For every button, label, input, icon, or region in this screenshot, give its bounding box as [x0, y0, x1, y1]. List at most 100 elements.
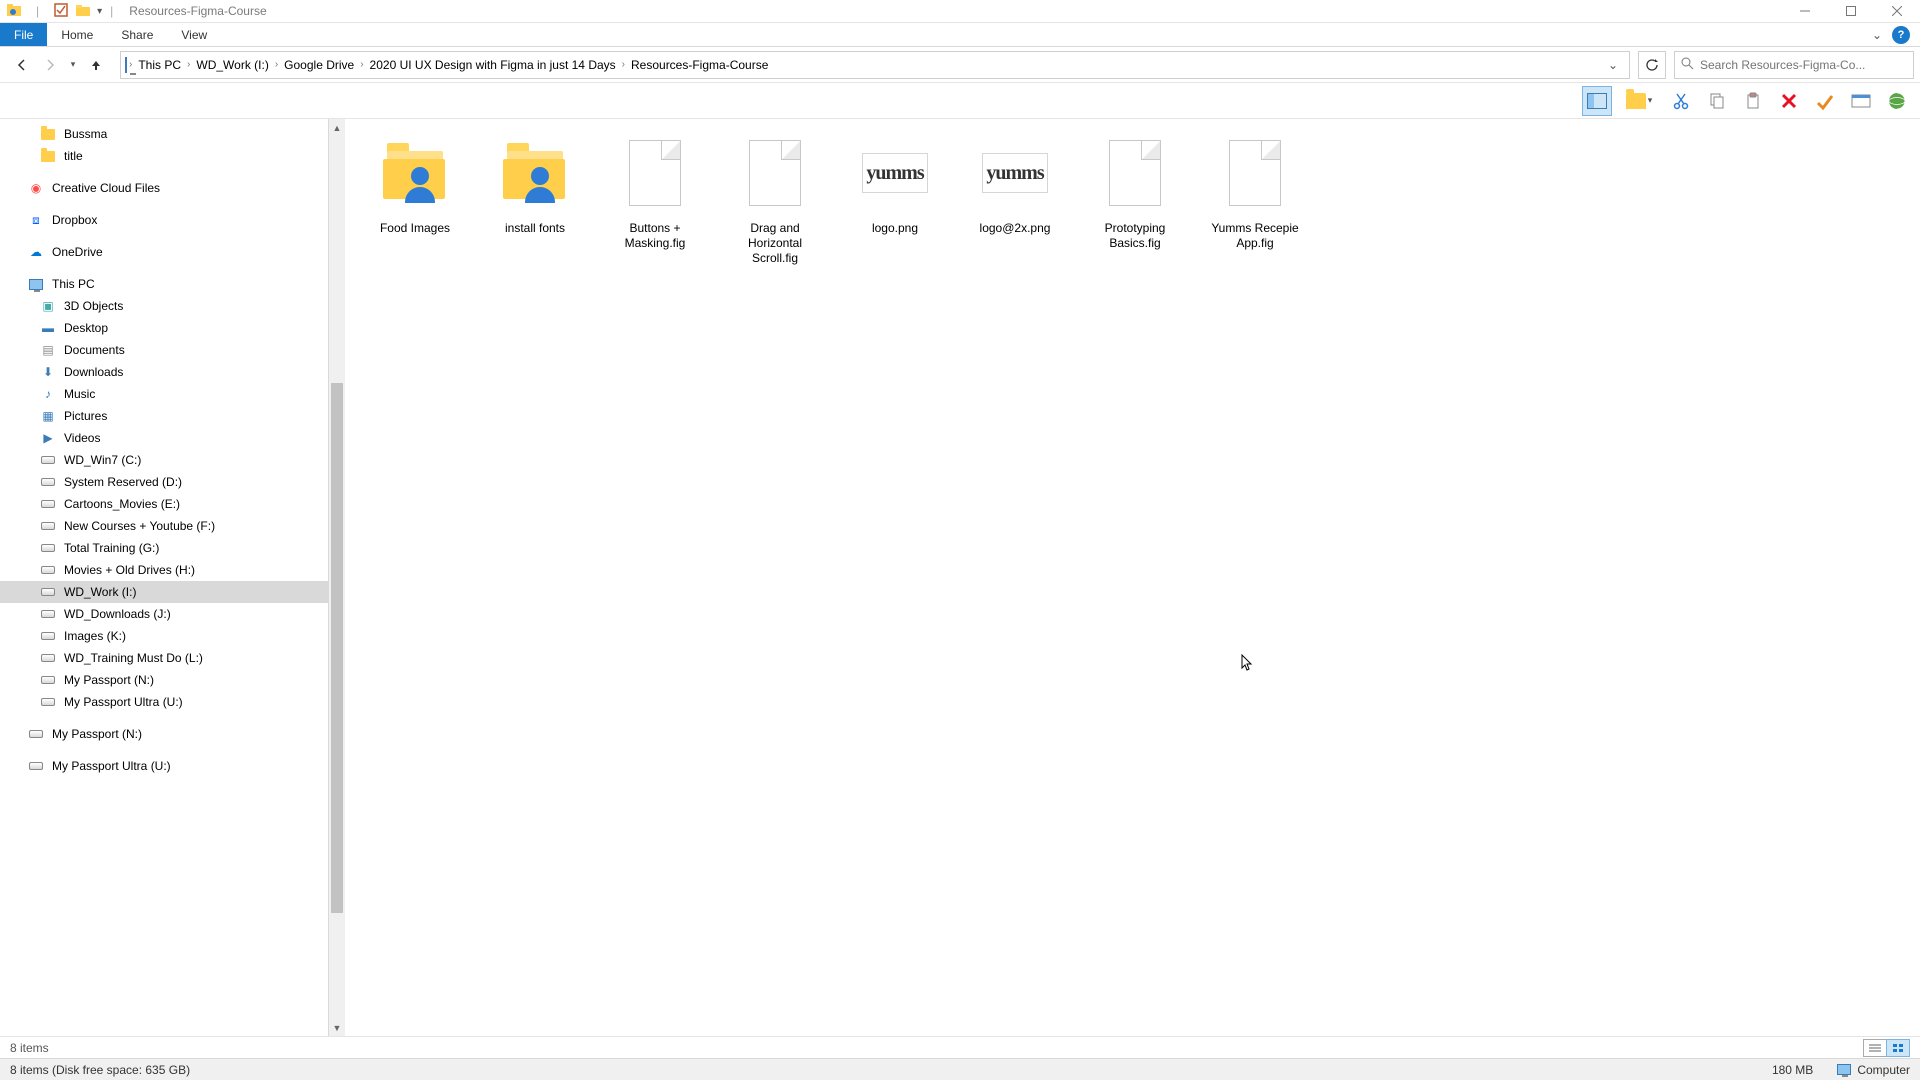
nav-item-label: title [64, 149, 83, 163]
nav-item[interactable]: Images (K:) [0, 625, 345, 647]
nav-item[interactable]: WD_Downloads (J:) [0, 603, 345, 625]
file-item[interactable]: Buttons + Masking.fig [605, 133, 705, 251]
explorer-icon [6, 2, 22, 21]
copy-button[interactable] [1702, 86, 1732, 116]
tab-home[interactable]: Home [47, 23, 107, 46]
tab-file[interactable]: File [0, 23, 47, 46]
details-view-button[interactable] [1863, 1039, 1887, 1057]
forward-button[interactable] [38, 53, 62, 77]
tab-view[interactable]: View [167, 23, 221, 46]
file-item[interactable]: Drag and Horizontal Scroll.fig [725, 133, 825, 266]
refresh-button[interactable] [1638, 51, 1666, 79]
chevron-right-icon[interactable]: › [275, 59, 278, 70]
nav-item-label: Music [64, 387, 95, 401]
nav-item-label: WD_Win7 (C:) [64, 453, 141, 467]
ribbon-expand-icon[interactable]: ⌄ [1872, 28, 1882, 42]
file-item[interactable]: Food Images [365, 133, 465, 236]
qat-folder-icon[interactable] [75, 2, 91, 21]
nav-item-label: Bussma [64, 127, 107, 141]
chevron-right-icon[interactable]: › [129, 59, 132, 70]
computer-icon [1837, 1064, 1851, 1075]
file-item[interactable]: install fonts [485, 133, 585, 236]
nav-scrollbar[interactable]: ▲ ▼ [328, 119, 345, 1036]
pc-icon [125, 58, 127, 72]
nav-item[interactable]: ▣3D Objects [0, 295, 345, 317]
drive-icon [40, 540, 56, 556]
maximize-button[interactable] [1828, 0, 1874, 22]
properties-button[interactable] [1846, 86, 1876, 116]
back-button[interactable] [10, 53, 34, 77]
nav-item[interactable]: ◉Creative Cloud Files [0, 177, 345, 199]
minimize-button[interactable] [1782, 0, 1828, 22]
nav-item[interactable]: ♪Music [0, 383, 345, 405]
recent-dropdown[interactable]: ▾ [66, 53, 80, 77]
nav-item-thispc[interactable]: This PC [0, 273, 345, 295]
breadcrumb-item[interactable]: WD_Work (I:) [192, 52, 272, 78]
file-item[interactable]: yummslogo.png [845, 133, 945, 236]
search-box[interactable] [1674, 51, 1914, 79]
breadcrumb-item[interactable]: This PC [134, 52, 185, 78]
chevron-right-icon[interactable]: › [360, 59, 363, 70]
nav-item[interactable]: My Passport (N:) [0, 723, 345, 745]
file-content-area[interactable]: Food Imagesinstall fontsButtons + Maskin… [345, 119, 1920, 1036]
scroll-down-button[interactable]: ▼ [329, 1019, 345, 1036]
drive-icon [28, 726, 44, 742]
breadcrumb-item[interactable]: Resources-Figma-Course [627, 52, 772, 78]
folder-icon [40, 148, 56, 164]
file-item[interactable]: yummslogo@2x.png [965, 133, 1065, 236]
nav-item[interactable]: WD_Work (I:) [0, 581, 345, 603]
address-bar[interactable]: › This PC › WD_Work (I:) › Google Drive … [120, 51, 1630, 79]
paste-button[interactable] [1738, 86, 1768, 116]
search-input[interactable] [1700, 58, 1907, 72]
nav-item[interactable]: Total Training (G:) [0, 537, 345, 559]
nav-item-label: My Passport Ultra (U:) [64, 695, 183, 709]
icons-view-button[interactable] [1886, 1039, 1910, 1057]
status-bar-secondary: 8 items (Disk free space: 635 GB) 180 MB… [0, 1058, 1920, 1080]
nav-item[interactable]: title [0, 145, 345, 167]
scroll-thumb[interactable] [331, 383, 343, 913]
scroll-up-button[interactable]: ▲ [329, 119, 345, 136]
nav-item[interactable]: WD_Win7 (C:) [0, 449, 345, 471]
tools-button[interactable] [1882, 86, 1912, 116]
nav-item[interactable]: ⧈Dropbox [0, 209, 345, 231]
nav-item[interactable]: WD_Training Must Do (L:) [0, 647, 345, 669]
breadcrumb-item[interactable]: Google Drive [280, 52, 358, 78]
nav-item[interactable]: Cartoons_Movies (E:) [0, 493, 345, 515]
nav-item[interactable]: My Passport Ultra (U:) [0, 691, 345, 713]
file-icon [749, 140, 801, 206]
close-button[interactable] [1874, 0, 1920, 22]
chevron-right-icon[interactable]: › [187, 59, 190, 70]
nav-item[interactable]: Movies + Old Drives (H:) [0, 559, 345, 581]
chevron-right-icon[interactable]: › [622, 59, 625, 70]
preview-pane-button[interactable] [1582, 86, 1612, 116]
qat-customize-icon[interactable]: ▾ [97, 6, 102, 17]
up-button[interactable] [84, 53, 108, 77]
rename-button[interactable] [1810, 86, 1840, 116]
cut-button[interactable] [1666, 86, 1696, 116]
nav-item[interactable]: ☁OneDrive [0, 241, 345, 263]
nav-item[interactable]: System Reserved (D:) [0, 471, 345, 493]
nav-item[interactable]: ▦Pictures [0, 405, 345, 427]
nav-item-label: WD_Work (I:) [64, 585, 136, 599]
nav-item[interactable]: My Passport (N:) [0, 669, 345, 691]
status-size: 180 MB [1772, 1063, 1813, 1077]
drive-icon [40, 650, 56, 666]
drive-icon [40, 452, 56, 468]
qat-properties-icon[interactable] [53, 2, 69, 21]
nav-item[interactable]: New Courses + Youtube (F:) [0, 515, 345, 537]
navigation-pane[interactable]: Bussma title ◉Creative Cloud Files ⧈Dropbox… [0, 119, 345, 1036]
tab-share[interactable]: Share [107, 23, 167, 46]
file-item[interactable]: Yumms Recepie App.fig [1205, 133, 1305, 251]
help-icon[interactable]: ? [1892, 26, 1910, 44]
breadcrumb-item[interactable]: 2020 UI UX Design with Figma in just 14 … [366, 52, 620, 78]
new-folder-button[interactable]: ▾ [1618, 86, 1660, 116]
nav-item[interactable]: ▬Desktop [0, 317, 345, 339]
nav-item[interactable]: ▶Videos [0, 427, 345, 449]
delete-button[interactable] [1774, 86, 1804, 116]
file-item[interactable]: Prototyping Basics.fig [1085, 133, 1185, 251]
nav-item[interactable]: ▤Documents [0, 339, 345, 361]
address-dropdown[interactable]: ⌄ [1601, 52, 1625, 78]
nav-item[interactable]: Bussma [0, 123, 345, 145]
nav-item[interactable]: ⬇Downloads [0, 361, 345, 383]
nav-item[interactable]: My Passport Ultra (U:) [0, 755, 345, 777]
